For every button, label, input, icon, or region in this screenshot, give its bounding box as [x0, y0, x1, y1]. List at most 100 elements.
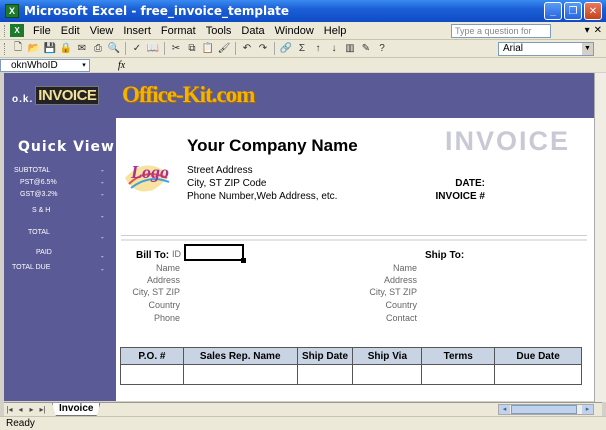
cut-icon[interactable]: ✂: [169, 42, 183, 56]
minimize-button[interactable]: _: [544, 2, 562, 20]
ship-via-cell[interactable]: [352, 364, 423, 385]
ship-to-name-label: Name: [392, 263, 417, 273]
print-icon[interactable]: ⎙: [91, 42, 105, 56]
subtotal-label: SUBTOTAL: [14, 167, 51, 174]
scroll-right-icon[interactable]: ▸: [582, 405, 593, 414]
next-sheet-icon[interactable]: ▸: [26, 405, 37, 414]
total-label: TOTAL: [28, 229, 50, 236]
font-name-select[interactable]: Arial ▼: [498, 42, 594, 56]
last-sheet-icon[interactable]: ▸|: [37, 405, 48, 414]
autosum-icon[interactable]: Σ: [295, 42, 309, 56]
invoice-title: INVOICE: [445, 126, 571, 156]
scroll-thumb[interactable]: [511, 405, 577, 414]
bill-to-country-label: Country: [148, 300, 180, 310]
gst-value: -: [101, 190, 104, 199]
hyperlink-icon[interactable]: 🔗: [279, 42, 293, 56]
menu-tools[interactable]: Tools: [201, 25, 237, 37]
format-painter-icon[interactable]: 🖌: [217, 42, 231, 56]
bill-to-city-label: City, ST ZIP: [132, 287, 180, 297]
redo-icon[interactable]: ↷: [256, 42, 270, 56]
menu-format[interactable]: Format: [156, 25, 201, 37]
company-logo-image: Logo: [123, 148, 178, 198]
active-cell[interactable]: [184, 244, 246, 263]
street-address[interactable]: Street Address: [187, 165, 253, 176]
worksheet-area[interactable]: o.k. INVOICE Office-Kit.com Quick View S…: [4, 73, 594, 401]
chart-wizard-icon[interactable]: ▥: [343, 42, 357, 56]
toolbar-separator: [164, 42, 165, 55]
total-value: -: [101, 233, 104, 242]
toolbar-grip-icon[interactable]: [4, 42, 7, 55]
close-button[interactable]: ✕: [584, 2, 602, 20]
ship-date-cell[interactable]: [296, 364, 354, 385]
shipping-label: S & H: [32, 207, 51, 214]
ship-to-contact-label: Contact: [385, 313, 417, 323]
menu-data[interactable]: Data: [236, 25, 269, 37]
company-name[interactable]: Your Company Name: [187, 136, 358, 156]
first-sheet-icon[interactable]: |◂: [4, 405, 15, 414]
menu-file[interactable]: File: [28, 25, 56, 37]
col-due-date[interactable]: Due Date: [494, 347, 582, 365]
terms-cell[interactable]: [421, 364, 496, 385]
open-icon[interactable]: 📂: [27, 42, 41, 56]
print-preview-icon[interactable]: 🔍: [107, 42, 121, 56]
sort-desc-icon[interactable]: ↓: [327, 42, 341, 56]
menu-window[interactable]: Window: [270, 25, 319, 37]
workbook-close-icon[interactable]: ✕: [594, 25, 602, 36]
name-box[interactable]: oknWhoID ▾: [0, 58, 90, 72]
city-state-zip[interactable]: City, ST ZIP Code: [187, 178, 266, 189]
col-ship-via[interactable]: Ship Via: [352, 347, 423, 365]
menu-grip-icon[interactable]: [4, 24, 7, 37]
formula-bar: oknWhoID ▾ fx: [0, 58, 606, 72]
vertical-scrollbar[interactable]: [594, 73, 606, 402]
new-icon[interactable]: 🗋: [11, 42, 25, 56]
scroll-left-icon[interactable]: ◂: [499, 405, 510, 414]
drawing-icon[interactable]: ✎: [359, 42, 373, 56]
subtotal-value: -: [101, 166, 104, 175]
copy-icon[interactable]: ⧉: [185, 42, 199, 56]
pst-value: -: [101, 178, 104, 187]
insert-function-icon[interactable]: fx: [118, 60, 125, 71]
col-terms[interactable]: Terms: [421, 347, 496, 365]
menu-help[interactable]: Help: [319, 25, 352, 37]
restore-button[interactable]: ❐: [564, 2, 582, 20]
save-icon[interactable]: 💾: [43, 42, 57, 56]
col-ship-date[interactable]: Ship Date: [296, 347, 354, 365]
invoice-body: Logo Your Company Name Street Address Ci…: [117, 118, 594, 401]
sort-asc-icon[interactable]: ↑: [311, 42, 325, 56]
email-icon[interactable]: ✉: [75, 42, 89, 56]
due-date-cell[interactable]: [494, 364, 582, 385]
menu-edit[interactable]: Edit: [56, 25, 85, 37]
help-dropdown-icon[interactable]: ▾: [585, 25, 590, 36]
prev-sheet-icon[interactable]: ◂: [15, 405, 26, 414]
paste-icon[interactable]: 📋: [201, 42, 215, 56]
chevron-down-icon[interactable]: ▼: [582, 43, 593, 55]
horizontal-scrollbar[interactable]: ◂ ▸: [498, 404, 594, 415]
standard-toolbar: 🗋 📂 💾 🔒 ✉ ⎙ 🔍 ✓ 📖 ✂ ⧉ 📋 🖌 ↶ ↷ 🔗 Σ ↑ ↓ ▥ …: [0, 40, 606, 58]
toolbar-separator: [274, 42, 275, 55]
sales-rep-cell[interactable]: [182, 364, 298, 385]
spelling-icon[interactable]: ✓: [130, 42, 144, 56]
help-search-input[interactable]: Type a question for help: [451, 24, 551, 48]
logo-text: Logo: [130, 162, 169, 182]
col-po-number[interactable]: P.O. #: [120, 347, 184, 365]
menu-insert[interactable]: Insert: [118, 25, 156, 37]
shipping-value: -: [101, 212, 104, 221]
toolbar-separator: [125, 42, 126, 55]
permission-icon[interactable]: 🔒: [59, 42, 73, 56]
contact-info[interactable]: Phone Number,Web Address, etc.: [187, 191, 337, 202]
po-number-cell[interactable]: [120, 364, 184, 385]
table-row: [120, 364, 582, 385]
workbook-icon[interactable]: X: [10, 24, 24, 37]
research-icon[interactable]: 📖: [146, 42, 160, 56]
brand-logo: o.k. INVOICE: [12, 86, 100, 105]
status-text: Ready: [6, 418, 35, 429]
date-label: DATE:: [455, 178, 485, 189]
undo-icon[interactable]: ↶: [240, 42, 254, 56]
col-sales-rep[interactable]: Sales Rep. Name: [182, 347, 298, 365]
pst-label: PST@6.5%: [20, 179, 57, 186]
menu-view[interactable]: View: [85, 25, 119, 37]
name-box-dropdown-icon[interactable]: ▾: [79, 60, 89, 71]
excel-app-icon: X: [5, 4, 19, 18]
help-icon[interactable]: ?: [375, 42, 389, 56]
sheet-tab-invoice[interactable]: Invoice: [52, 403, 101, 416]
